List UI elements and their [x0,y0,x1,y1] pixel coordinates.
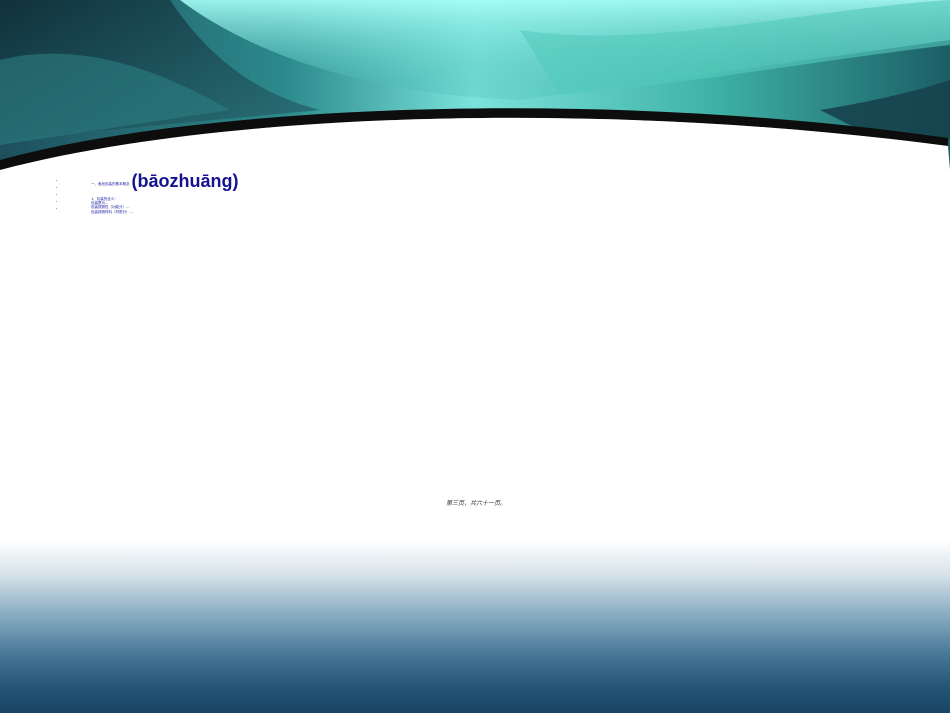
bullet-markers [56,180,60,215]
title-prefix: 一、食品包装的基本概念 [91,181,130,186]
bullet-item: 包装按照材料（材质分）... [91,209,133,214]
bullet-marker [56,180,57,181]
bullet-marker [56,201,57,202]
bullet-marker [56,194,57,195]
slide: 一、食品包装的基本概念 (bāozhuāng) 1、包装的含义： 包装是为...… [0,0,950,713]
bullet-marker [56,187,57,188]
bullet-marker [56,208,57,209]
slide-title: 一、食品包装的基本概念 (bāozhuāng) [91,172,238,190]
title-main: (bāozhuāng) [131,171,239,191]
bullet-list: 1、包装的含义： 包装是为... 包装按照性（功能分）... 包装按照材料（材质… [91,197,291,214]
slide-content: 一、食品包装的基本概念 (bāozhuāng) 1、包装的含义： 包装是为...… [0,0,950,713]
page-footer: 第三页，共六十一页。 [446,500,507,507]
